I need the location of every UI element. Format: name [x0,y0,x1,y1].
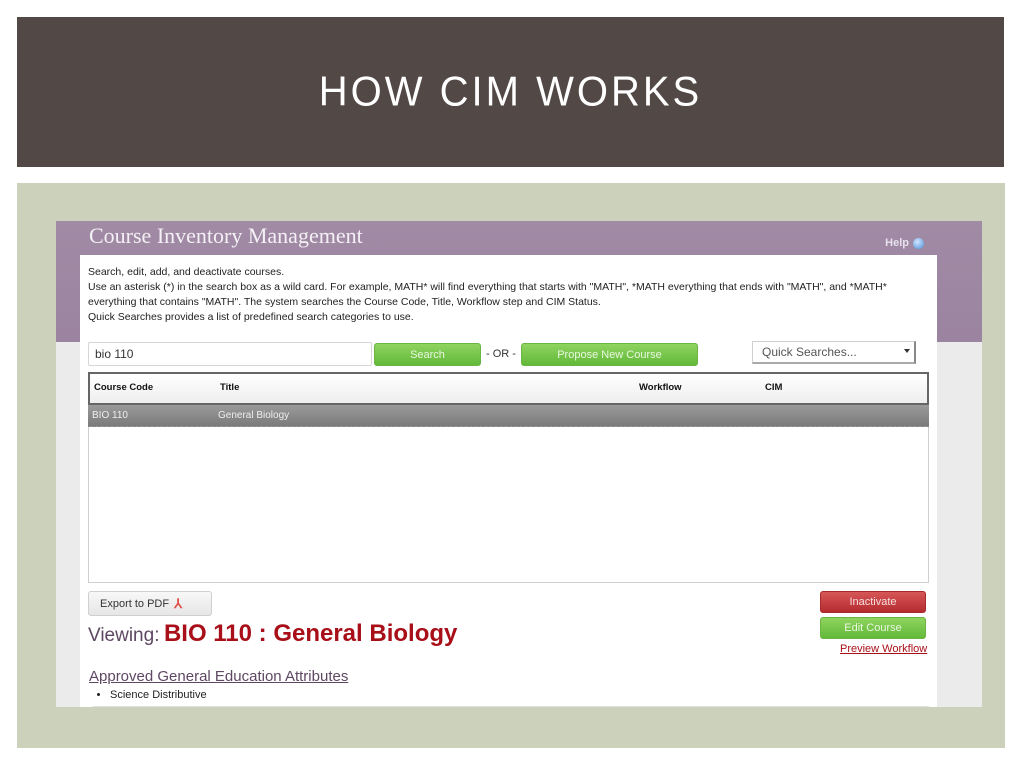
pdf-icon: ⅄ [174,595,183,611]
column-header-course-code[interactable]: Course Code [94,382,153,393]
preview-workflow-link[interactable]: Preview Workflow [840,643,927,655]
table-row[interactable]: BIO 110 General Biology [88,405,929,427]
search-input[interactable] [88,342,372,366]
export-pdf-label: Export to PDF [100,597,170,610]
description: Search, edit, add, and deactivate course… [88,265,928,325]
course-details-box [91,706,931,707]
viewing-heading: Viewing: BIO 110 : General Biology [88,620,457,648]
quick-searches-value: Quick Searches... [762,345,857,359]
column-header-title[interactable]: Title [220,382,239,393]
cell-title: General Biology [218,410,290,421]
gen-ed-attributes-link[interactable]: Approved General Education Attributes [89,668,348,685]
viewing-course: BIO 110 : General Biology [163,620,458,647]
column-header-workflow[interactable]: Workflow [639,382,682,393]
column-header-cim[interactable]: CIM [765,382,782,393]
description-line: Use an asterisk (*) in the search box as… [88,281,887,308]
main-panel: Search, edit, add, and deactivate course… [80,255,937,707]
chevron-down-icon [904,349,910,353]
list-item: Science Distributive [110,689,207,701]
table-header: Course Code Title Workflow CIM [88,372,929,405]
app-title: Course Inventory Management [89,223,363,248]
help-label: Help [885,237,909,249]
description-line: Quick Searches provides a list of predef… [88,311,414,323]
help-link[interactable]: Help [885,237,924,249]
gen-ed-list: Science Distributive [100,689,207,701]
export-pdf-button[interactable]: Export to PDF ⅄ [88,591,212,616]
slide-title-band: HOW CIM WORKS [17,17,1004,167]
cim-screenshot: Course Inventory Management Help Search,… [56,221,982,707]
search-button[interactable]: Search [374,343,481,366]
slide-title: HOW CIM WORKS [318,68,703,115]
quick-searches-select[interactable]: Quick Searches... [752,341,916,364]
inactivate-button[interactable]: Inactivate [820,591,926,613]
cell-course-code: BIO 110 [92,410,128,421]
or-separator: - OR - [486,348,516,360]
description-line: Search, edit, add, and deactivate course… [88,266,285,278]
edit-course-button[interactable]: Edit Course [820,617,926,639]
propose-new-course-button[interactable]: Propose New Course [521,343,698,366]
help-circle-icon [913,237,924,249]
results-table: Course Code Title Workflow CIM BIO 110 G… [88,372,929,583]
viewing-label: Viewing: [88,625,160,646]
